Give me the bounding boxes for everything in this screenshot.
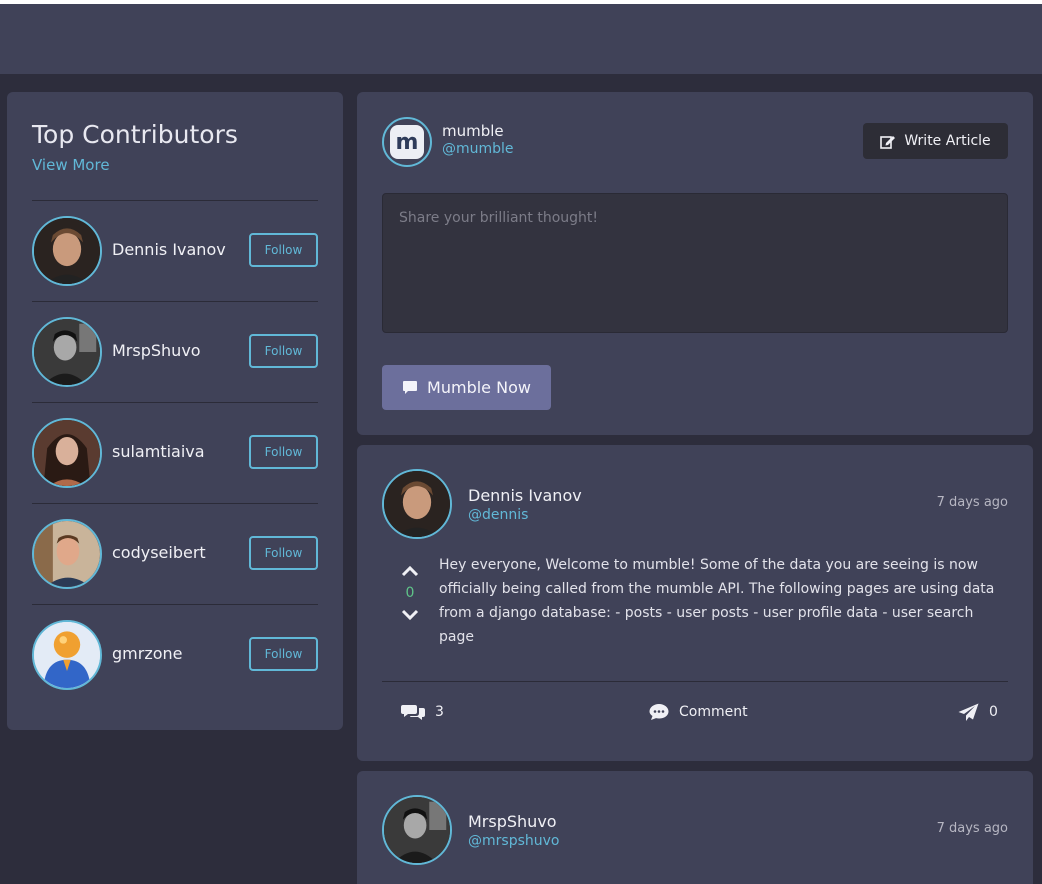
chevron-down-icon[interactable] <box>400 607 420 623</box>
contributor-row: sulamtiaiva Follow <box>32 417 318 489</box>
thought-input[interactable] <box>382 193 1008 333</box>
contributors-title: Top Contributors <box>32 120 238 149</box>
divider <box>382 681 1008 682</box>
edit-icon <box>880 135 896 149</box>
contributor-row: gmrzone Follow <box>32 619 318 691</box>
vote-controls: 0 <box>400 563 420 623</box>
contributor-name[interactable]: codyseibert <box>112 543 206 562</box>
avatar[interactable] <box>382 795 452 865</box>
post-card: Dennis Ivanov @dennis 7 days ago 0 Hey e… <box>357 445 1033 761</box>
shares-count: 0 <box>989 704 998 720</box>
avatar[interactable] <box>32 418 102 488</box>
contributor-row: Dennis Ivanov Follow <box>32 215 318 287</box>
mumble-now-button[interactable]: Mumble Now <box>382 365 551 410</box>
contributor-name[interactable]: sulamtiaiva <box>112 442 205 461</box>
share-button[interactable]: 0 <box>958 701 998 723</box>
message-icon <box>403 380 418 394</box>
replies-count: 3 <box>435 704 444 720</box>
paper-plane-icon <box>958 703 979 721</box>
replies-button[interactable]: 3 <box>401 701 444 723</box>
comment-icon <box>649 704 669 720</box>
avatar[interactable] <box>32 620 102 690</box>
follow-button[interactable]: Follow <box>249 637 318 671</box>
post-author-name[interactable]: Dennis Ivanov <box>468 486 582 505</box>
mumble-now-label: Mumble Now <box>427 378 531 397</box>
comment-button[interactable]: Comment <box>649 701 748 723</box>
compose-username: mumble <box>442 122 504 140</box>
post-timestamp: 7 days ago <box>936 495 1008 510</box>
view-more-link[interactable]: View More <box>32 156 110 174</box>
avatar[interactable] <box>382 469 452 539</box>
compose-card: m mumble @mumble Write Article Mumble No… <box>357 92 1033 435</box>
write-article-button[interactable]: Write Article <box>863 123 1008 159</box>
top-contributors-card: Top Contributors View More Dennis Ivanov… <box>7 92 343 730</box>
mumble-logo-avatar[interactable]: m <box>382 117 432 167</box>
follow-button[interactable]: Follow <box>249 536 318 570</box>
avatar[interactable] <box>32 216 102 286</box>
comments-icon <box>401 705 425 720</box>
vote-count: 0 <box>405 585 415 601</box>
divider <box>32 604 318 605</box>
mumble-logo-icon: m <box>390 125 424 159</box>
avatar[interactable] <box>32 317 102 387</box>
divider <box>32 200 318 201</box>
follow-button[interactable]: Follow <box>249 435 318 469</box>
chevron-up-icon[interactable] <box>400 563 420 579</box>
post-author-handle[interactable]: @mrspshuvo <box>468 833 559 849</box>
post-timestamp: 7 days ago <box>936 821 1008 836</box>
post-author-handle[interactable]: @dennis <box>468 507 528 523</box>
avatar[interactable] <box>32 519 102 589</box>
contributor-row: codyseibert Follow <box>32 518 318 590</box>
contributor-name[interactable]: MrspShuvo <box>112 341 201 360</box>
contributor-name[interactable]: Dennis Ivanov <box>112 240 226 259</box>
compose-handle: @mumble <box>442 141 514 157</box>
write-article-label: Write Article <box>904 133 991 149</box>
follow-button[interactable]: Follow <box>249 334 318 368</box>
divider <box>32 402 318 403</box>
post-author-name[interactable]: MrspShuvo <box>468 812 557 831</box>
post-content: Hey everyone, Welcome to mumble! Some of… <box>439 557 995 645</box>
divider <box>32 301 318 302</box>
contributor-name[interactable]: gmrzone <box>112 644 183 663</box>
divider <box>32 503 318 504</box>
follow-button[interactable]: Follow <box>249 233 318 267</box>
post-card: MrspShuvo @mrspshuvo 7 days ago <box>357 771 1033 884</box>
contributor-row: MrspShuvo Follow <box>32 316 318 388</box>
comment-label: Comment <box>679 704 748 720</box>
app-header <box>0 4 1042 74</box>
